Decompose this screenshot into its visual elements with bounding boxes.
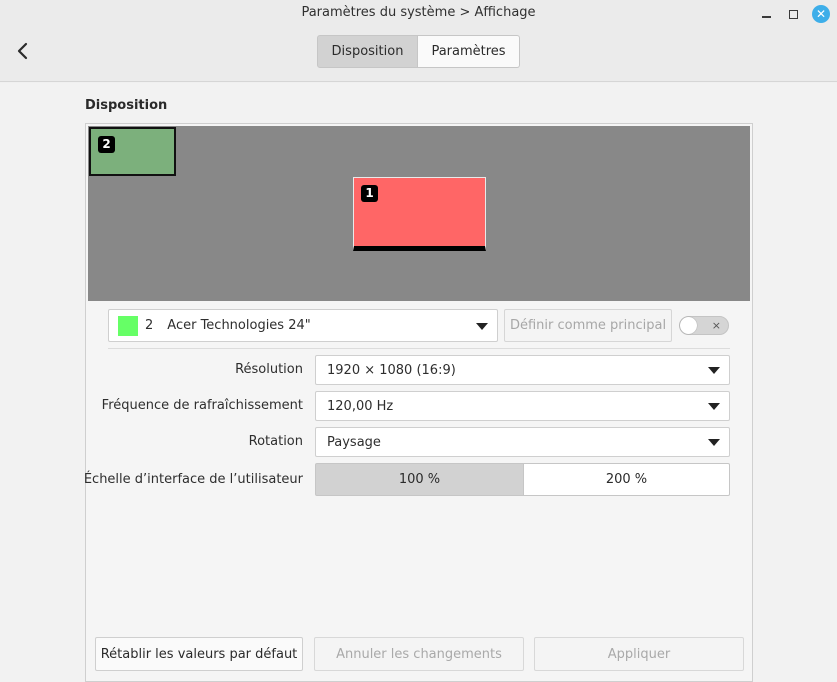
apply-button[interactable]: Appliquer <box>534 637 744 671</box>
monitor-number-badge: 1 <box>361 185 378 202</box>
ui-scale-label: Échelle d’interface de l’utilisateur <box>83 472 303 487</box>
refresh-rate-value: 120,00 Hz <box>327 398 394 414</box>
reset-defaults-button[interactable]: Rétablir les valeurs par défaut <box>95 637 303 671</box>
tab-parametres[interactable]: Paramètres <box>418 35 520 68</box>
refresh-rate-select[interactable]: 120,00 Hz <box>315 391 730 421</box>
scale-200-button[interactable]: 200 % <box>524 463 730 496</box>
minimize-icon <box>761 16 771 18</box>
monitor-1-preview[interactable]: 1 <box>353 177 486 251</box>
section-title: Disposition <box>85 98 168 113</box>
window-title: Paramètres du système > Affichage <box>301 5 536 20</box>
monitor-enable-toggle[interactable]: × <box>679 316 729 335</box>
refresh-rate-label: Fréquence de rafraîchissement <box>101 398 303 413</box>
toggle-off-icon: × <box>711 319 721 332</box>
rotation-label: Rotation <box>248 434 303 449</box>
toggle-knob <box>680 317 697 334</box>
tab-disposition[interactable]: Disposition <box>317 35 418 68</box>
monitor-color-swatch <box>118 315 138 336</box>
revert-changes-button[interactable]: Annuler les changements <box>314 637 524 671</box>
chevron-down-icon <box>708 367 720 374</box>
minimize-button[interactable] <box>755 3 777 25</box>
set-primary-button[interactable]: Définir comme principal <box>504 309 672 342</box>
divider <box>108 348 730 349</box>
maximize-icon <box>788 9 798 19</box>
chevron-down-icon <box>708 403 720 410</box>
resolution-value: 1920 × 1080 (16:9) <box>327 362 456 378</box>
monitor-number-badge: 2 <box>98 136 115 153</box>
view-switcher: Disposition Paramètres <box>317 35 520 68</box>
close-icon: ✕ <box>812 5 830 23</box>
monitor-2-preview[interactable]: 2 <box>89 127 176 176</box>
chevron-left-icon <box>17 42 28 60</box>
monitor-select[interactable]: 2 Acer Technologies 24" <box>108 309 498 342</box>
rotation-value: Paysage <box>327 434 381 450</box>
resolution-select[interactable]: 1920 × 1080 (16:9) <box>315 355 730 385</box>
close-button[interactable]: ✕ <box>810 3 832 25</box>
monitor-number: 2 <box>145 318 154 333</box>
monitor-name: Acer Technologies 24" <box>167 318 311 333</box>
maximize-button[interactable] <box>782 3 804 25</box>
scale-100-button[interactable]: 100 % <box>315 463 524 496</box>
chevron-down-icon <box>708 439 720 446</box>
back-button[interactable] <box>10 38 36 64</box>
resolution-label: Résolution <box>235 362 303 377</box>
ui-scale-switcher: 100 % 200 % <box>315 463 730 497</box>
rotation-select[interactable]: Paysage <box>315 427 730 457</box>
chevron-down-icon <box>476 322 488 330</box>
